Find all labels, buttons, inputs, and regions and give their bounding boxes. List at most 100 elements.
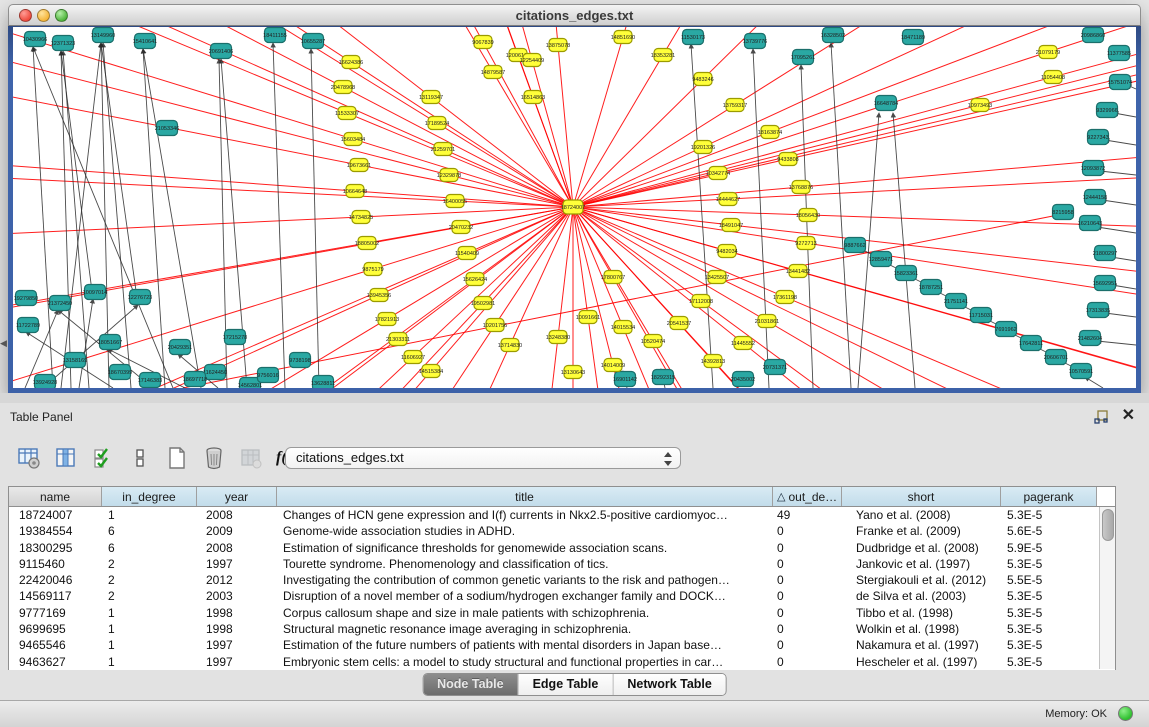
graph-node[interactable]: 8215958 — [1052, 205, 1073, 220]
graph-node[interactable]: 10430966 — [23, 32, 47, 47]
graph-node[interactable]: 16901142 — [613, 372, 637, 387]
graph-node[interactable]: 10664648 — [343, 185, 367, 198]
graph-node[interactable]: 20429351 — [168, 340, 192, 355]
collapse-panel-arrow-icon[interactable]: ◀ — [0, 338, 7, 349]
graph-node[interactable]: 13628811 — [311, 376, 335, 389]
graph-node[interactable]: 21259701 — [431, 143, 455, 156]
graph-node[interactable]: 16328502 — [821, 28, 845, 43]
graph-node[interactable]: 16400055 — [443, 195, 467, 208]
graph-node[interactable]: 16624386 — [339, 56, 363, 69]
graph-node[interactable]: 9887662 — [844, 238, 865, 253]
graph-node[interactable]: 19201326 — [691, 141, 715, 154]
graph-node[interactable]: 13149960 — [91, 28, 115, 43]
graph-node[interactable]: 18353281 — [651, 49, 675, 62]
graph-node[interactable]: 13425507 — [705, 271, 729, 284]
scrollbar-thumb[interactable] — [1102, 509, 1114, 541]
graph-node[interactable]: 21303311 — [386, 333, 410, 346]
table-row[interactable]: 946554611997Estimation of the future num… — [9, 637, 1115, 653]
graph-node[interactable]: 15692951 — [1093, 276, 1117, 291]
graph-node[interactable]: 18056430 — [796, 209, 820, 222]
column-header-short[interactable]: short — [842, 487, 1001, 506]
graph-node[interactable]: 21031861 — [755, 315, 779, 328]
network-canvas[interactable]: 1043096612371323131499601541064120691406… — [13, 27, 1136, 388]
graph-node[interactable]: 14014009 — [601, 359, 625, 372]
graph-node[interactable]: 14015534 — [611, 321, 635, 334]
graph-node[interactable]: 14734825 — [349, 211, 373, 224]
table-row[interactable]: 1456911722003Disruption of a novel membe… — [9, 588, 1115, 604]
graph-node[interactable]: 13945356 — [367, 289, 391, 302]
graph-node[interactable]: 15626424 — [463, 273, 487, 286]
graph-node[interactable]: 18805002 — [355, 237, 379, 250]
graph-node[interactable]: 13130643 — [561, 366, 585, 379]
graph-node[interactable]: 19673661 — [347, 159, 371, 172]
graph-node[interactable]: 10097014 — [83, 285, 107, 300]
graph-node[interactable]: 13441482 — [786, 265, 810, 278]
tab-node-table[interactable]: Node Table — [423, 674, 517, 695]
graph-node[interactable]: 11377585 — [1107, 46, 1131, 61]
graph-node[interactable]: 9433808 — [777, 153, 798, 166]
graph-node[interactable]: 21482604 — [1078, 331, 1102, 346]
graph-node[interactable]: 11722789 — [16, 318, 40, 333]
graph-node[interactable]: 21372450 — [48, 296, 72, 311]
window-titlebar[interactable]: citations_edges.txt — [8, 4, 1141, 26]
graph-node[interactable]: 16648784 — [874, 96, 898, 111]
graph-node[interactable]: 13768876 — [789, 181, 813, 194]
graph-node[interactable]: 20541537 — [667, 317, 691, 330]
graph-node[interactable]: 17642811 — [1019, 336, 1043, 351]
graph-node[interactable]: 13875078 — [546, 39, 570, 52]
graph-node[interactable]: 9272713 — [795, 237, 816, 250]
row-height-icon[interactable] — [127, 445, 153, 471]
graph-node[interactable]: 14879587 — [481, 66, 505, 79]
graph-node[interactable]: 17800767 — [601, 271, 625, 284]
graph-node[interactable]: 11533307 — [335, 107, 359, 120]
graph-node[interactable]: 12859471 — [869, 252, 893, 267]
graph-node[interactable]: 12329878 — [437, 169, 461, 182]
graph-node[interactable]: 10655287 — [301, 34, 325, 49]
graph-node[interactable]: 18670399 — [108, 365, 132, 380]
graph-node[interactable]: 14392813 — [701, 355, 725, 368]
graph-node[interactable]: 16514863 — [521, 91, 545, 104]
graph-node[interactable]: 17361198 — [773, 291, 797, 304]
graph-node[interactable]: 13158169 — [63, 353, 87, 368]
graph-node[interactable]: 12371323 — [51, 36, 75, 51]
graph-node[interactable]: 15751074 — [1108, 75, 1132, 90]
delete-table-icon[interactable] — [201, 445, 227, 471]
graph-node[interactable]: 19279850 — [14, 291, 38, 306]
graph-node[interactable]: 9875179 — [362, 263, 383, 276]
graph-node[interactable]: 15823361 — [894, 266, 918, 281]
graph-node[interactable]: 13714830 — [498, 339, 522, 352]
graph-node[interactable]: 15603484 — [341, 133, 365, 146]
column-header-title[interactable]: title — [277, 487, 773, 506]
graph-node[interactable]: 9738198 — [289, 353, 310, 368]
graph-node[interactable]: 20986860 — [1081, 28, 1105, 43]
graph-node[interactable]: 20478968 — [331, 81, 355, 94]
table-row[interactable]: 946362711997Embryonic stem cells: a mode… — [9, 654, 1115, 670]
graph-node[interactable]: 18724007 — [561, 200, 585, 214]
table-selector-dropdown[interactable]: citations_edges.txt — [285, 447, 681, 469]
column-header-out_degree[interactable]: △out_de… — [773, 487, 842, 506]
graph-node[interactable]: 18163874 — [758, 126, 782, 139]
graph-node[interactable]: 9067839 — [472, 36, 493, 49]
graph-node[interactable]: 9756016 — [257, 368, 278, 383]
graph-node[interactable]: 12444158 — [1083, 190, 1107, 205]
graph-node[interactable]: 20731371 — [763, 360, 787, 375]
column-header-in_degree[interactable]: in_degree — [102, 487, 197, 506]
table-row[interactable]: 1872400712008Changes of HCN gene express… — [9, 507, 1115, 523]
graph-node[interactable]: 17189524 — [425, 117, 449, 130]
graph-node[interactable]: 10570591 — [1069, 364, 1093, 379]
vertical-scrollbar[interactable] — [1099, 507, 1115, 669]
memory-ok-icon[interactable] — [1118, 706, 1133, 721]
graph-node[interactable]: 18292315 — [651, 370, 675, 385]
graph-node[interactable]: 18697718 — [183, 372, 207, 387]
show-columns-icon[interactable] — [53, 445, 79, 471]
graph-node[interactable]: 11540409 — [455, 247, 479, 260]
tab-network-table[interactable]: Network Table — [612, 674, 726, 695]
graph-node[interactable]: 18491047 — [719, 219, 743, 232]
graph-node[interactable]: 18787251 — [919, 280, 943, 295]
modify-table-icon[interactable] — [16, 445, 42, 471]
graph-node[interactable]: 18411155 — [263, 28, 287, 43]
panel-divider[interactable] — [0, 393, 1149, 403]
graph-node[interactable]: 13248380 — [546, 331, 570, 344]
graph-node[interactable]: 13759317 — [723, 99, 747, 112]
graph-node[interactable]: 17095261 — [791, 50, 815, 65]
